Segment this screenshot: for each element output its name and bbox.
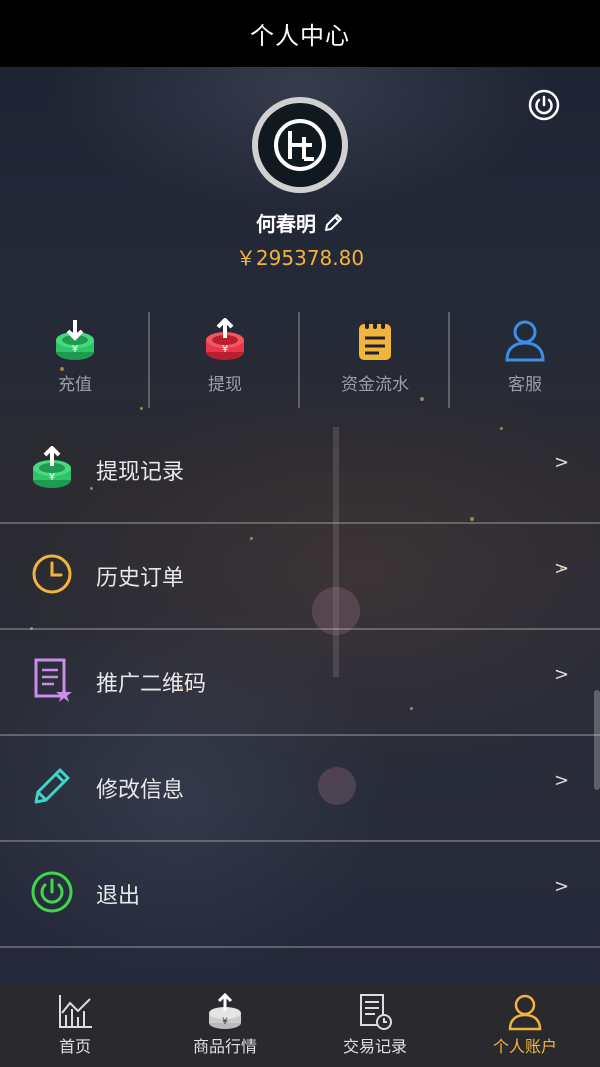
menu-item-label: 历史订单	[96, 566, 185, 591]
chevron-right-icon: >	[554, 876, 570, 897]
page-title: 个人中心	[250, 22, 350, 50]
power-icon	[31, 871, 73, 913]
deposit-icon: ¥	[56, 320, 94, 360]
menu-item-label: 提现记录	[96, 460, 185, 485]
bottom-tab-bar: 首页 ¥ 商品行情 交易记录 个人账户	[0, 983, 600, 1067]
quick-action-fund-flow[interactable]: 资金流水	[300, 312, 450, 408]
quick-action-label: 客服	[508, 375, 542, 395]
notepad-icon	[359, 320, 391, 360]
quick-actions: ¥ 充值 ¥ 提现 资金流水 客服	[0, 312, 600, 408]
menu-item-promo-qrcode[interactable]: 推广二维码 >	[0, 630, 600, 736]
svg-text:¥: ¥	[222, 344, 228, 355]
hg-logo-icon	[274, 119, 326, 171]
quick-action-label: 充值	[58, 375, 92, 395]
withdraw-record-icon: ¥	[33, 446, 71, 488]
menu-item-label: 推广二维码	[96, 672, 207, 697]
power-icon	[528, 89, 560, 121]
chevron-right-icon: >	[554, 558, 570, 579]
tab-trade-record[interactable]: 交易记录	[300, 983, 450, 1067]
scrollbar[interactable]	[594, 690, 600, 790]
chart-icon	[59, 995, 92, 1028]
menu-item-logout[interactable]: 退出 >	[0, 842, 600, 948]
menu-item-order-history[interactable]: 历史订单 >	[0, 524, 600, 630]
tab-label: 商品行情	[192, 1037, 257, 1056]
avatar[interactable]	[252, 97, 348, 193]
market-icon: ¥	[209, 993, 241, 1029]
quick-action-withdraw[interactable]: ¥ 提现	[150, 312, 300, 408]
withdraw-icon: ¥	[206, 318, 244, 360]
menu-item-edit-info[interactable]: 修改信息 >	[0, 736, 600, 842]
svg-text:¥: ¥	[49, 472, 55, 483]
username: 何春明	[256, 212, 316, 236]
chevron-right-icon: >	[554, 452, 570, 473]
tab-label: 首页	[58, 1037, 91, 1056]
quick-action-label: 资金流水	[341, 375, 409, 395]
avatar-logo	[258, 103, 342, 187]
record-icon	[360, 994, 392, 1030]
svg-text:¥: ¥	[72, 344, 78, 355]
tab-label: 个人账户	[492, 1037, 557, 1056]
edit-pencil-icon[interactable]	[322, 212, 344, 234]
document-star-icon	[34, 658, 72, 702]
user-icon	[505, 320, 545, 362]
account-icon	[508, 994, 542, 1031]
menu-item-label: 修改信息	[96, 778, 185, 803]
quick-action-deposit[interactable]: ¥ 充值	[0, 312, 150, 408]
tab-home[interactable]: 首页	[0, 983, 150, 1067]
svg-text:¥: ¥	[222, 1017, 228, 1027]
username-row: 何春明	[0, 208, 600, 237]
tab-market[interactable]: ¥ 商品行情	[150, 983, 300, 1067]
power-button[interactable]	[527, 88, 561, 122]
clock-icon	[32, 554, 72, 594]
menu-item-withdraw-record[interactable]: ¥ 提现记录 >	[0, 418, 600, 524]
quick-action-customer-service[interactable]: 客服	[450, 312, 600, 408]
menu-item-label: 退出	[96, 884, 141, 909]
chevron-right-icon: >	[554, 770, 570, 791]
quick-action-label: 提现	[208, 375, 242, 395]
menu-list: ¥ 提现记录 > 历史订单 > 推广二维码 > 修改信息 > 退出 >	[0, 418, 600, 948]
tab-account[interactable]: 个人账户	[450, 983, 600, 1067]
top-bar: 个人中心	[0, 0, 600, 67]
account-balance: ￥295378.80	[235, 246, 365, 270]
chevron-right-icon: >	[554, 664, 570, 685]
tab-label: 交易记录	[342, 1037, 407, 1056]
pencil-icon	[34, 768, 70, 804]
